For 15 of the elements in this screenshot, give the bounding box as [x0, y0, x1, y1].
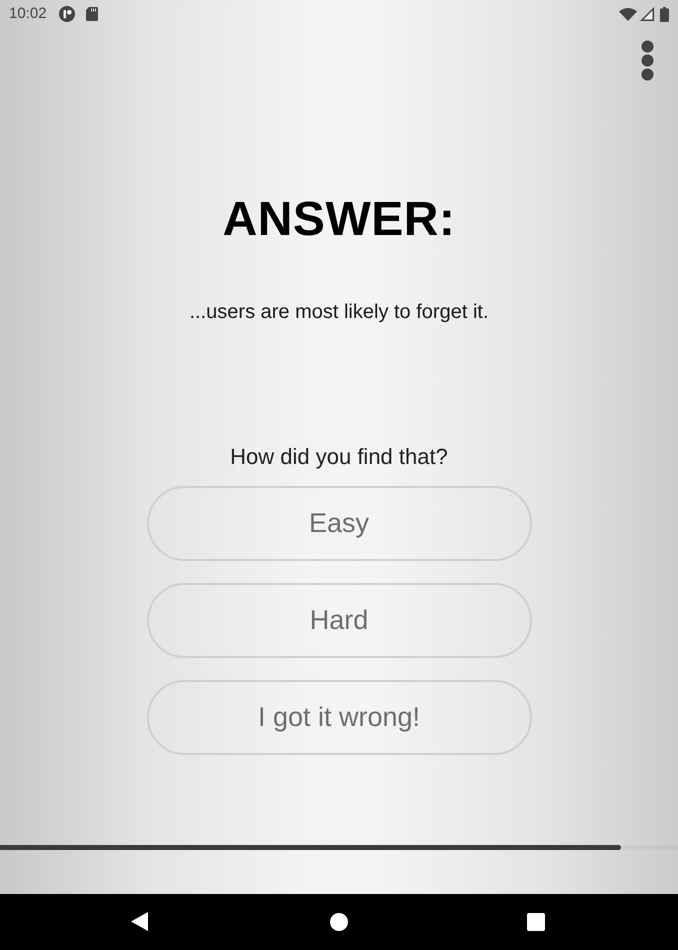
- signal-icon: [640, 7, 654, 21]
- battery-icon: [660, 6, 669, 22]
- answer-text: ...users are most likely to forget it.: [190, 300, 488, 325]
- difficulty-prompt: How did you find that?: [230, 443, 448, 471]
- back-icon[interactable]: [131, 912, 148, 931]
- difficulty-button[interactable]: I got it wrong!: [146, 680, 532, 755]
- difficulty-button[interactable]: Easy: [146, 486, 532, 561]
- answer-heading: ANSWER:: [222, 196, 456, 244]
- difficulty-button[interactable]: Hard: [146, 583, 532, 658]
- sd-card-icon: [86, 7, 98, 21]
- home-icon[interactable]: [330, 913, 348, 931]
- status-time: 10:02: [9, 5, 47, 23]
- round-badge-icon: [58, 6, 75, 22]
- wifi-icon: [619, 8, 637, 20]
- more-menu-icon[interactable]: [641, 40, 654, 80]
